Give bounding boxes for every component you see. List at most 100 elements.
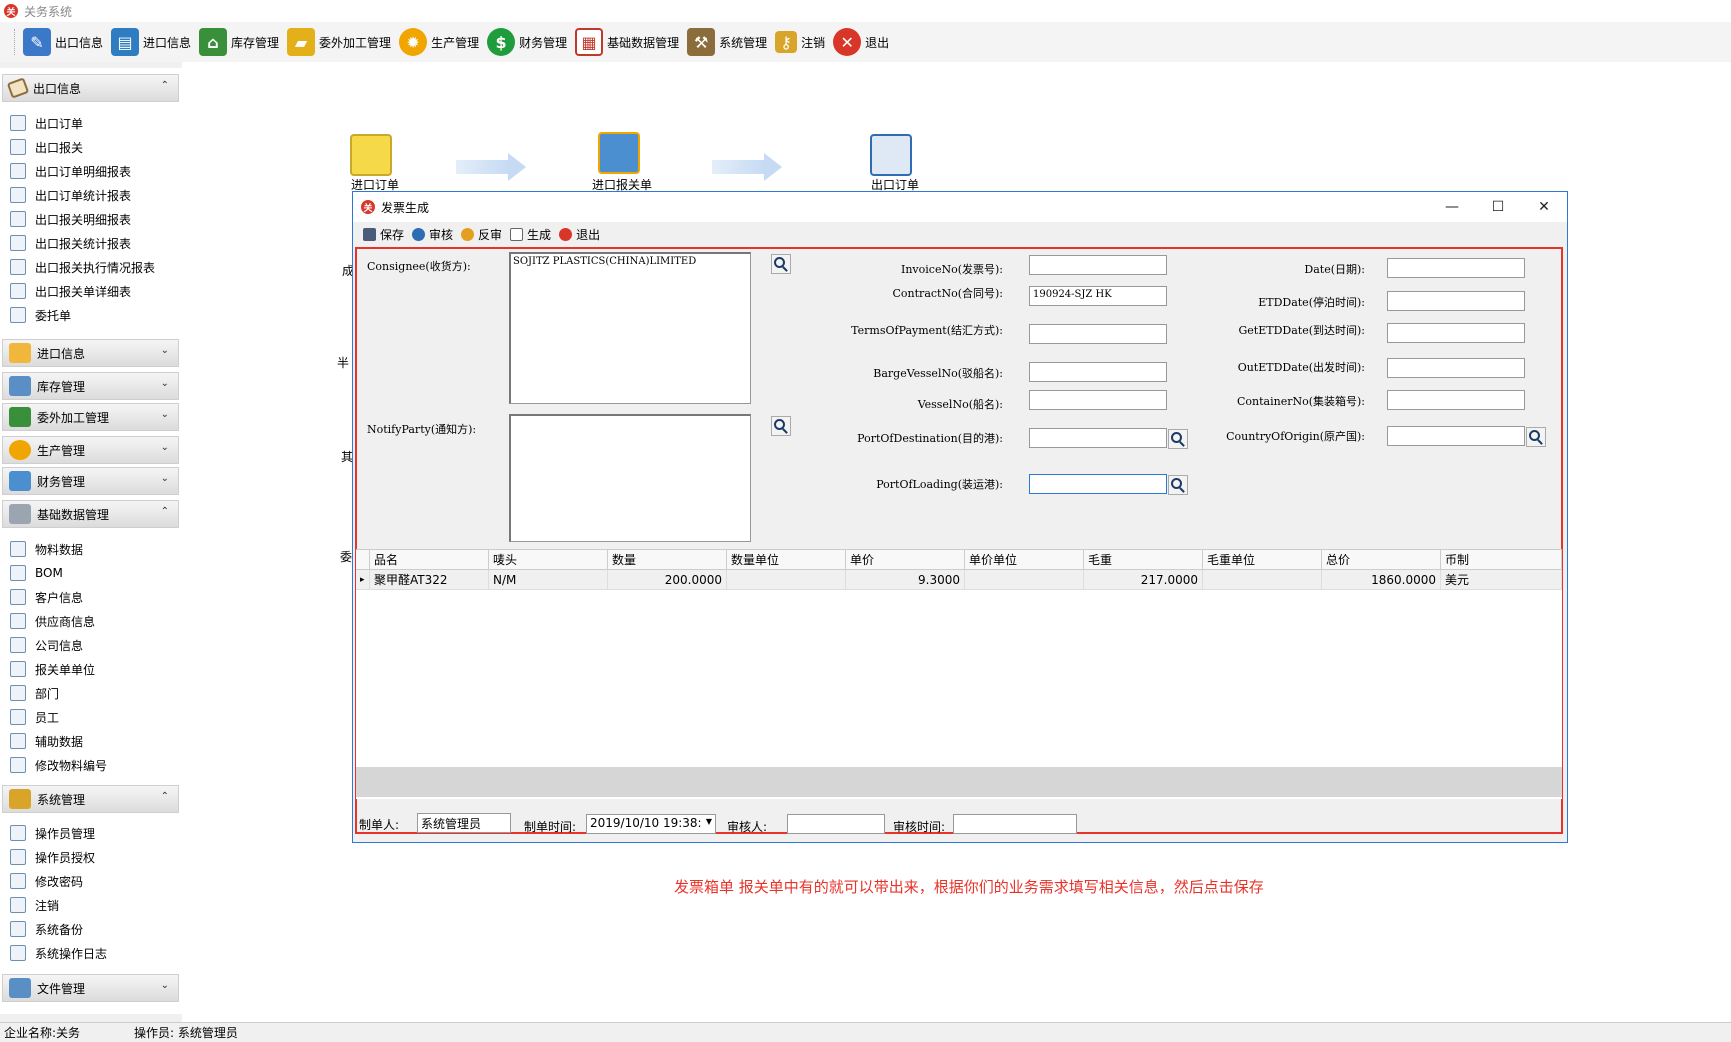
sidebar-group-system[interactable]: 系统管理 ⌃	[2, 785, 179, 813]
make-time-picker[interactable]: 2019/10/10 19:38: ▼	[586, 814, 716, 834]
sidebar-group-finance[interactable]: 财务管理 ⌄	[2, 467, 179, 495]
sidebar-item-entrust[interactable]: 委托单	[10, 304, 71, 326]
sidebar-item-change-password[interactable]: 修改密码	[10, 870, 83, 892]
maker-input[interactable]: 系统管理员	[417, 813, 511, 833]
exit-button[interactable]: 退出	[559, 226, 600, 243]
cell-quantity[interactable]: 200.0000	[608, 570, 727, 590]
vessel-input[interactable]	[1029, 390, 1167, 410]
sidebar-item-employee[interactable]: 员工	[10, 706, 59, 728]
consignee-textarea[interactable]: SOJITZ PLASTICS(CHINA)LIMITED	[509, 252, 751, 404]
cell-mark[interactable]: N/M	[489, 570, 608, 590]
chevron-down-icon: ⌄	[160, 980, 169, 991]
barge-vessel-input[interactable]	[1029, 362, 1167, 382]
out-etd-date-input[interactable]	[1387, 358, 1525, 378]
save-button[interactable]: 保存	[363, 226, 404, 243]
sidebar-group-production[interactable]: 生产管理 ⌄	[2, 436, 179, 464]
col-header-qty-unit[interactable]: 数量单位	[727, 550, 846, 570]
auditor-input[interactable]	[787, 814, 885, 834]
sidebar-item-change-material-no[interactable]: 修改物料编号	[10, 754, 107, 776]
toolbar-logout-button[interactable]: ⚷ 注销	[772, 24, 830, 60]
sidebar-item-declaration-unit[interactable]: 报关单单位	[10, 658, 95, 680]
sidebar-group-inventory[interactable]: 库存管理 ⌄	[2, 372, 179, 400]
sidebar-group-export[interactable]: 出口信息 ⌃	[2, 74, 179, 102]
cell-total[interactable]: 1860.0000	[1322, 570, 1441, 590]
origin-input[interactable]	[1387, 426, 1525, 446]
col-header-weight-unit[interactable]: 毛重单位	[1203, 550, 1322, 570]
loading-port-input[interactable]	[1029, 474, 1167, 494]
sidebar-item-export-decl-full[interactable]: 出口报关单详细表	[10, 280, 131, 302]
cell-unit-price[interactable]: 9.3000	[846, 570, 965, 590]
toolbar-import-button[interactable]: ▤ 进口信息	[108, 24, 196, 60]
sidebar-item-logout[interactable]: 注销	[10, 894, 59, 916]
row-indicator[interactable]: ▸	[356, 570, 370, 590]
sidebar-item-export-decl-exec[interactable]: 出口报关执行情况报表	[10, 256, 155, 278]
dest-port-input[interactable]	[1029, 428, 1167, 448]
col-header-total[interactable]: 总价	[1322, 550, 1441, 570]
sidebar-item-export-declaration[interactable]: 出口报关	[10, 136, 83, 158]
toolbar-finance-button[interactable]: $ 财务管理	[484, 24, 572, 60]
sidebar-item-backup[interactable]: 系统备份	[10, 918, 83, 940]
sidebar-item-log[interactable]: 系统操作日志	[10, 942, 107, 964]
flow-node-export-order[interactable]	[870, 134, 920, 182]
sidebar-item-operator-auth[interactable]: 操作员授权	[10, 846, 95, 868]
cell-product[interactable]: 聚甲醛AT322	[370, 570, 489, 590]
minimize-button[interactable]: —	[1429, 192, 1475, 222]
sidebar-group-basedata[interactable]: 基础数据管理 ⌃	[2, 500, 179, 528]
etd-date-input[interactable]	[1387, 291, 1525, 311]
toolbar-inventory-button[interactable]: ⌂ 库存管理	[196, 24, 284, 60]
date-input[interactable]	[1387, 258, 1525, 278]
sidebar-item-customer[interactable]: 客户信息	[10, 586, 83, 608]
origin-search-button[interactable]	[1526, 427, 1546, 447]
cell-price-unit[interactable]	[965, 570, 1084, 590]
sidebar-item-auxiliary[interactable]: 辅助数据	[10, 730, 83, 752]
sidebar-group-outsourcing[interactable]: 委外加工管理 ⌄	[2, 403, 179, 431]
contract-no-input[interactable]: 190924-SJZ HK	[1029, 286, 1167, 306]
sidebar-item-export-order-detail[interactable]: 出口订单明细报表	[10, 160, 131, 182]
unaudit-button[interactable]: 反审	[461, 226, 502, 243]
audit-button[interactable]: 审核	[412, 226, 453, 243]
sidebar: 出口信息 ⌃ 出口订单 出口报关 出口订单明细报表 出口订单统计报表 出口报关明细…	[0, 68, 182, 1014]
sidebar-group-import[interactable]: 进口信息 ⌄	[2, 339, 179, 367]
col-header-quantity[interactable]: 数量	[608, 550, 727, 570]
sidebar-item-export-decl-detail[interactable]: 出口报关明细报表	[10, 208, 131, 230]
col-header-mark[interactable]: 唛头	[489, 550, 608, 570]
col-header-currency[interactable]: 币制	[1441, 550, 1562, 570]
flow-node-import-order[interactable]	[350, 134, 400, 182]
col-header-gross-weight[interactable]: 毛重	[1084, 550, 1203, 570]
sidebar-item-company[interactable]: 公司信息	[10, 634, 83, 656]
terms-input[interactable]	[1029, 324, 1167, 344]
notify-textarea[interactable]	[509, 414, 751, 542]
container-no-input[interactable]	[1387, 390, 1525, 410]
col-header-product[interactable]: 品名	[370, 550, 489, 570]
sidebar-item-supplier[interactable]: 供应商信息	[10, 610, 95, 632]
flow-node-import-declaration[interactable]	[598, 132, 648, 180]
sidebar-item-export-decl-stats[interactable]: 出口报关统计报表	[10, 232, 131, 254]
sidebar-item-operator-manage[interactable]: 操作员管理	[10, 822, 95, 844]
toolbar-outsourcing-button[interactable]: ▰ 委外加工管理	[284, 24, 396, 60]
cell-currency[interactable]: 美元	[1441, 570, 1562, 590]
cell-weight-unit[interactable]	[1203, 570, 1322, 590]
toolbar-basedata-button[interactable]: ▦ 基础数据管理	[572, 24, 684, 60]
generate-button[interactable]: 生成	[510, 226, 551, 243]
sidebar-item-export-order[interactable]: 出口订单	[10, 112, 83, 134]
maximize-button[interactable]: ☐	[1475, 192, 1521, 222]
close-button[interactable]: ✕	[1521, 192, 1567, 222]
sidebar-item-material[interactable]: 物料数据	[10, 538, 83, 560]
sidebar-item-department[interactable]: 部门	[10, 682, 59, 704]
audit-time-input[interactable]	[953, 814, 1077, 834]
toolbar-exit-button[interactable]: ✕ 退出	[830, 24, 894, 60]
get-etd-date-input[interactable]	[1387, 323, 1525, 343]
col-header-price-unit[interactable]: 单价单位	[965, 550, 1084, 570]
invoice-no-input[interactable]	[1029, 255, 1167, 275]
sidebar-item-bom[interactable]: BOM	[10, 562, 63, 584]
toolbar-system-button[interactable]: ⚒ 系统管理	[684, 24, 772, 60]
loading-port-search-button[interactable]	[1168, 475, 1188, 495]
toolbar-export-button[interactable]: ✎ 出口信息	[20, 24, 108, 60]
cell-qty-unit[interactable]	[727, 570, 846, 590]
col-header-unit-price[interactable]: 单价	[846, 550, 965, 570]
invoice-no-label: InvoiceNo(发票号):	[901, 263, 1003, 276]
sidebar-item-export-order-stats[interactable]: 出口订单统计报表	[10, 184, 131, 206]
cell-gross-weight[interactable]: 217.0000	[1084, 570, 1203, 590]
sidebar-group-files[interactable]: 文件管理 ⌄	[2, 974, 179, 1002]
toolbar-production-button[interactable]: ✹ 生产管理	[396, 24, 484, 60]
